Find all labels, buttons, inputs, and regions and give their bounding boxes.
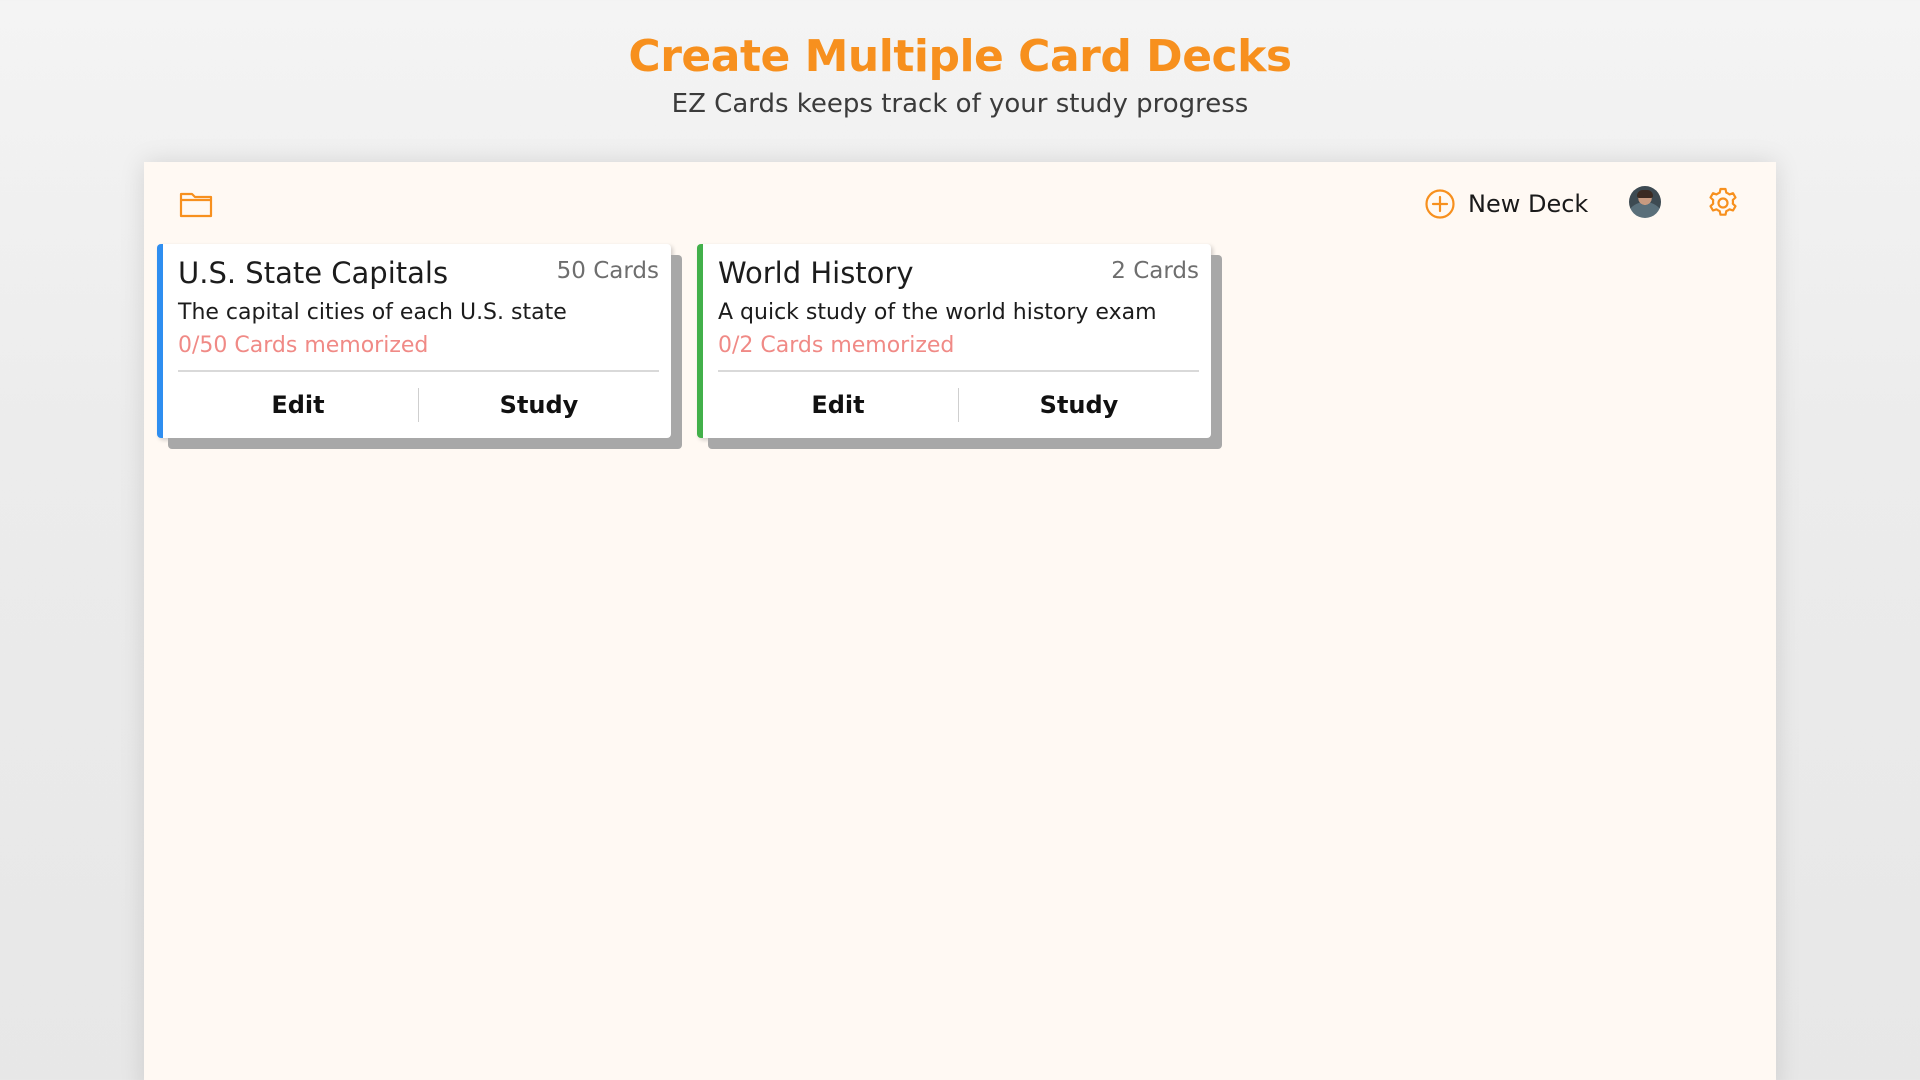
deck-actions: Edit Study [718, 380, 1199, 430]
deck-card: World History 2 Cards A quick study of t… [697, 244, 1211, 438]
deck-progress: 0/2 Cards memorized [718, 333, 955, 358]
user-avatar[interactable] [1629, 186, 1661, 218]
deck-progress: 0/50 Cards memorized [178, 333, 429, 358]
edit-button[interactable]: Edit [178, 380, 418, 430]
deck-title: U.S. State Capitals [178, 256, 449, 290]
deck-card-count: 2 Cards [1111, 258, 1199, 284]
deck-divider [178, 370, 659, 372]
deck-description: A quick study of the world history exam [718, 300, 1157, 325]
app-window: New Deck U.S. State Capitals 50 Cards Th… [144, 162, 1776, 1080]
folder-icon [179, 192, 213, 218]
deck-card: U.S. State Capitals 50 Cards The capital… [157, 244, 671, 438]
study-button[interactable]: Study [419, 380, 659, 430]
promo-headline: Create Multiple Card Decks [628, 31, 1292, 82]
settings-button[interactable] [1706, 186, 1740, 220]
study-button[interactable]: Study [959, 380, 1199, 430]
gear-icon [1709, 187, 1737, 216]
promo-subheadline: EZ Cards keeps track of your study progr… [671, 89, 1249, 119]
folder-button[interactable] [178, 188, 214, 220]
deck-title: World History [718, 256, 914, 290]
avatar-hair [1637, 190, 1653, 198]
deck-description: The capital cities of each U.S. state [178, 300, 567, 325]
edit-button[interactable]: Edit [718, 380, 958, 430]
new-deck-button[interactable]: New Deck [1424, 184, 1588, 224]
plus-circle-icon [1425, 189, 1455, 219]
deck-divider [718, 370, 1199, 372]
new-deck-label: New Deck [1468, 190, 1589, 218]
deck-card-count: 50 Cards [556, 258, 659, 284]
deck-actions: Edit Study [178, 380, 659, 430]
